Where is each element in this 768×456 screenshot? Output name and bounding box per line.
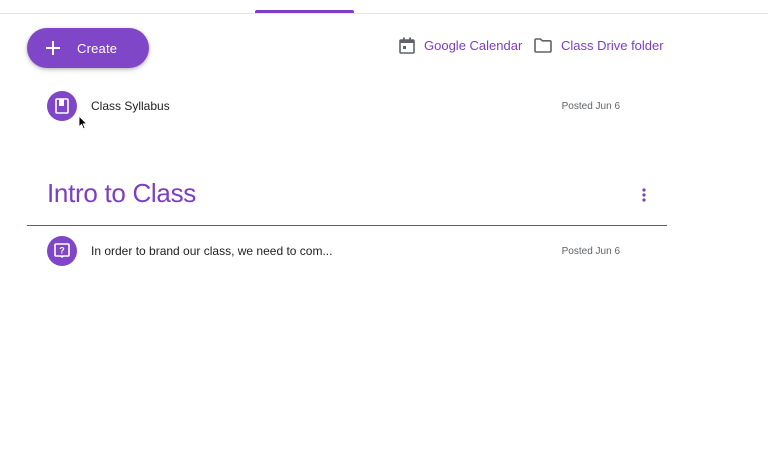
google-calendar-label: Google Calendar [424, 37, 523, 53]
posted-date: Posted Jun 6 [561, 100, 620, 112]
topic-divider [27, 225, 667, 226]
folder-icon [534, 37, 552, 53]
calendar-icon [399, 37, 415, 54]
topic-title: Intro to Class [47, 178, 196, 208]
active-tab-indicator [255, 10, 354, 13]
create-button[interactable]: Create [27, 28, 149, 68]
material-book-icon [55, 98, 69, 114]
list-item-question[interactable]: ? In order to brand our class, we need t… [27, 231, 667, 271]
question-avatar: ? [47, 236, 77, 266]
class-drive-folder-label: Class Drive folder [561, 37, 664, 53]
posted-date: Posted Jun 6 [561, 245, 620, 257]
question-icon: ? [54, 243, 70, 258]
create-button-label: Create [77, 40, 118, 56]
list-item-class-syllabus[interactable]: Class Syllabus Posted Jun 6 [27, 86, 667, 126]
mouse-cursor-icon [78, 115, 88, 130]
list-item-title: Class Syllabus [91, 99, 170, 113]
more-options-icon[interactable] [637, 186, 651, 204]
plus-icon [46, 41, 60, 55]
class-drive-folder-link[interactable]: Class Drive folder [534, 36, 664, 54]
top-divider [0, 13, 768, 14]
list-item-title: In order to brand our class, we need to … [91, 244, 333, 258]
material-avatar [47, 91, 77, 121]
google-calendar-link[interactable]: Google Calendar [399, 36, 522, 54]
svg-text:?: ? [59, 246, 65, 256]
